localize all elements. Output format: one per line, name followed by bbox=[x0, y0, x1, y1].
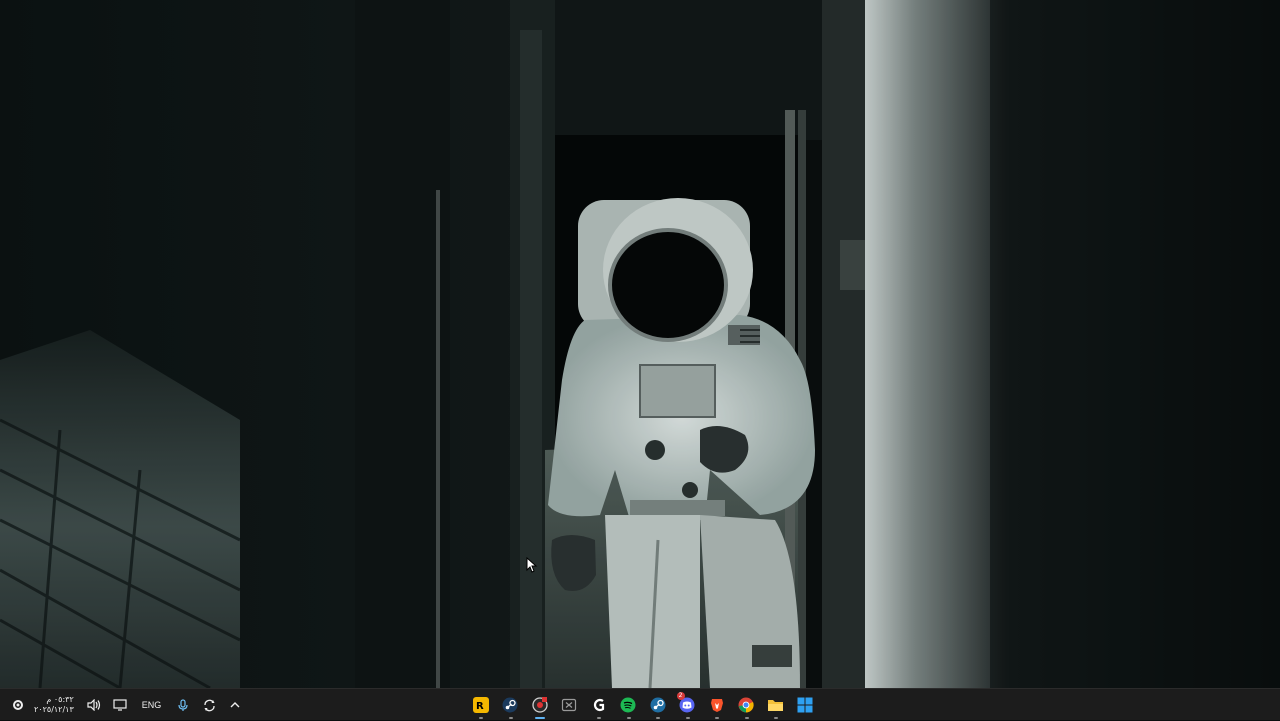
running-indicator bbox=[479, 717, 483, 719]
running-indicator bbox=[744, 717, 749, 719]
taskbar-app-rockstar-games[interactable]: R bbox=[466, 690, 496, 720]
windows-logo-icon bbox=[797, 697, 813, 713]
rockstar-games-icon: R bbox=[472, 697, 489, 713]
taskbar: ٠٥:٣٢ م ٢٠٢٥/١٢/١٣ ENG R 2 bbox=[0, 688, 1280, 720]
taskbar-app-steam-2[interactable] bbox=[643, 690, 673, 720]
svg-text:R: R bbox=[476, 701, 484, 712]
clock[interactable]: ٠٥:٣٢ م ٢٠٢٥/١٢/١٣ bbox=[34, 695, 74, 715]
clock-date: ٢٠٢٥/١٢/١٣ bbox=[34, 705, 74, 714]
taskbar-app-xbox[interactable] bbox=[555, 690, 585, 720]
notification-badge: 2 bbox=[676, 692, 685, 700]
active-indicator bbox=[535, 717, 545, 719]
chrome-icon bbox=[738, 697, 754, 713]
system-tray: ٠٥:٣٢ م ٢٠٢٥/١٢/١٣ ENG bbox=[8, 689, 245, 721]
mouse-pointer-icon bbox=[526, 557, 538, 573]
clock-time: ٠٥:٣٢ م bbox=[46, 695, 74, 704]
running-indicator bbox=[656, 717, 660, 719]
running-indicator bbox=[597, 717, 601, 719]
steam-icon bbox=[650, 697, 666, 713]
running-indicator bbox=[715, 717, 719, 719]
desktop[interactable] bbox=[0, 0, 1280, 688]
taskbar-app-spotify[interactable] bbox=[614, 690, 644, 720]
running-indicator bbox=[626, 717, 631, 719]
taskbar-app-file-explorer[interactable] bbox=[761, 690, 791, 720]
screen-recorder-icon bbox=[532, 697, 548, 713]
display-icon[interactable] bbox=[110, 693, 130, 717]
wallpaper-astronaut-corridor bbox=[0, 0, 1280, 688]
running-indicator bbox=[508, 717, 513, 719]
brave-icon bbox=[710, 699, 723, 712]
xbox-app-icon bbox=[562, 698, 577, 712]
taskbar-app-chrome[interactable] bbox=[732, 690, 762, 720]
taskbar-apps: R 2 bbox=[466, 689, 820, 721]
sync-icon[interactable] bbox=[199, 693, 219, 717]
g-hub-icon bbox=[593, 698, 604, 712]
running-indicator bbox=[685, 717, 690, 719]
start-button[interactable] bbox=[791, 690, 821, 720]
running-indicator bbox=[774, 717, 778, 719]
settings-gear-icon[interactable] bbox=[8, 693, 28, 717]
chevron-up-icon[interactable] bbox=[225, 693, 245, 717]
volume-icon[interactable] bbox=[84, 693, 104, 717]
taskbar-app-g-hub[interactable] bbox=[584, 690, 614, 720]
taskbar-app-screen-recorder[interactable] bbox=[525, 690, 555, 720]
spotify-icon bbox=[620, 697, 636, 713]
language-indicator[interactable]: ENG bbox=[136, 700, 168, 710]
steam-icon bbox=[502, 697, 518, 713]
taskbar-app-brave[interactable] bbox=[702, 690, 732, 720]
taskbar-app-discord[interactable]: 2 bbox=[673, 690, 703, 720]
taskbar-app-steam[interactable] bbox=[496, 690, 526, 720]
microphone-icon[interactable] bbox=[173, 693, 193, 717]
folder-icon bbox=[768, 699, 784, 711]
